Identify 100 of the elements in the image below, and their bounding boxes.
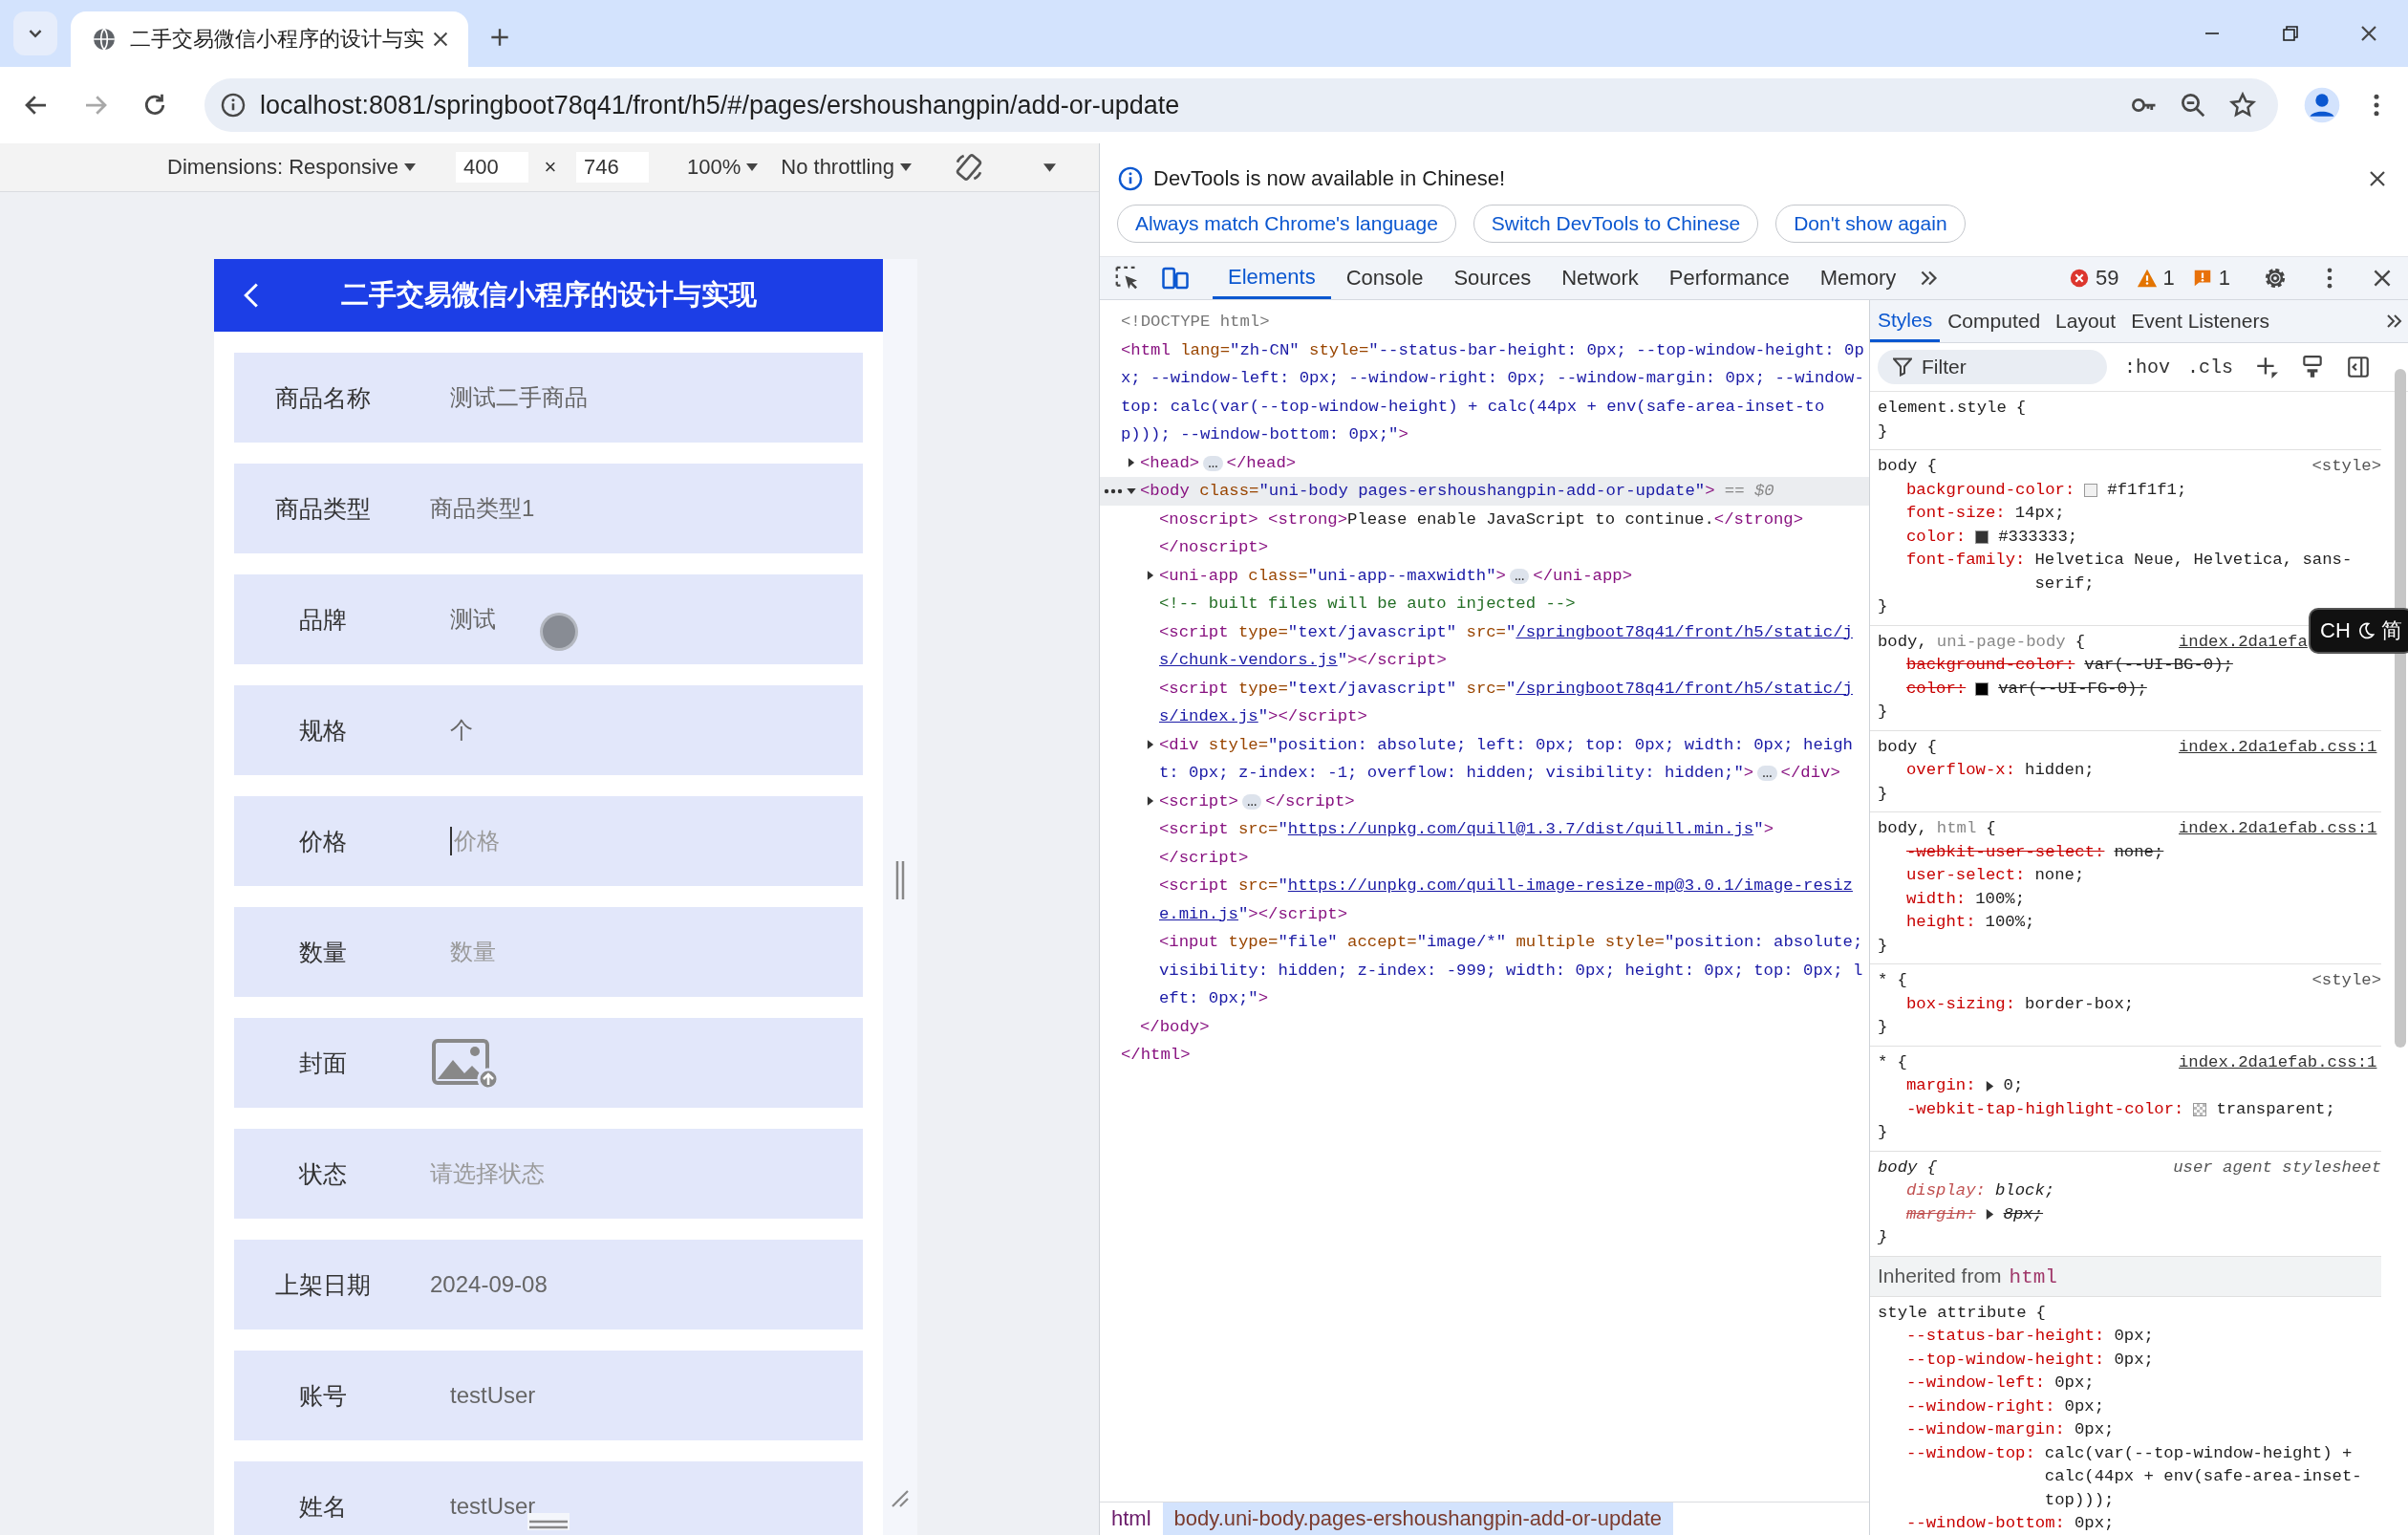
add-rule-icon[interactable] <box>2254 355 2280 379</box>
panel-tab[interactable]: Network <box>1546 257 1654 299</box>
dom-node[interactable]: <script src="https://unpkg.com/quill-image-resize-mp@3.0.1/image-resize.min.js"></script> <box>1159 872 1869 928</box>
css-property[interactable]: background-color: <box>1906 654 2075 678</box>
dom-node[interactable]: </html> <box>1121 1041 1869 1070</box>
address-bar[interactable]: localhost:8081/springboot78q41/front/h5/#/pages/ershoushangpin/add-or-update <box>204 78 2278 132</box>
expand-triangle-icon[interactable] <box>1985 1209 1994 1221</box>
css-value[interactable]: 0; <box>2003 1074 2381 1098</box>
css-value[interactable]: 0px; <box>2114 1325 2381 1349</box>
css-value[interactable]: none; <box>2114 840 2381 864</box>
panel-tab[interactable]: Performance <box>1653 257 1805 299</box>
css-property[interactable]: background-color: <box>1906 478 2075 502</box>
stylesheet-link[interactable]: index.2da1efab.css:1 <box>2179 737 2377 756</box>
panel-tab[interactable]: Console <box>1330 257 1439 299</box>
info-icon[interactable] <box>220 92 247 119</box>
css-property[interactable]: -webkit-user-select: <box>1906 840 2105 864</box>
text-input[interactable]: 个 <box>450 717 832 744</box>
css-property[interactable]: box-sizing: <box>1906 992 2016 1016</box>
css-value[interactable]: #333333; <box>1998 525 2381 549</box>
css-property[interactable]: --window-top: <box>1906 1441 2035 1465</box>
star-icon[interactable] <box>2228 91 2257 119</box>
dom-node[interactable]: <noscript> <strong>Please enable JavaScript to continue.</strong> <box>1159 505 1869 533</box>
css-value[interactable]: 8px; <box>2003 1202 2381 1226</box>
css-value[interactable]: 100%; <box>1985 911 2381 935</box>
css-value[interactable]: 0px; <box>2114 1348 2381 1372</box>
css-value[interactable]: 0px; <box>2064 1394 2381 1418</box>
height-input[interactable]: 746 <box>576 152 649 183</box>
dom-node[interactable]: <script> … </script> <box>1159 787 1869 815</box>
text-input[interactable]: 测试二手商品 <box>450 384 832 411</box>
dom-node[interactable]: </script> <box>1159 843 1869 872</box>
panel-tab[interactable]: Sources <box>1438 257 1547 299</box>
resize-handle-icon[interactable] <box>893 859 907 901</box>
color-swatch[interactable] <box>2193 1102 2207 1116</box>
css-value[interactable]: 14px; <box>2014 502 2381 526</box>
sidebar-tab[interactable]: Event Listeners <box>2123 300 2277 342</box>
zoom-dropdown[interactable]: 100% <box>687 155 759 180</box>
dom-node[interactable]: <script type="text/javascript" src="/springboot78q41/front/h5/static/js/index.js"></script> <box>1159 674 1869 731</box>
picker-field[interactable]: 2024-09-08 <box>430 1271 548 1298</box>
width-input[interactable]: 400 <box>456 152 528 183</box>
dom-node[interactable]: <input type="file" accept="image/*" multiple style="position: absolute; visibility: hidden; z-index: -999; width: 0px; height: 0px; top: 0px; left: 0px;"> <box>1159 928 1869 1013</box>
text-input[interactable]: 价格 <box>454 828 836 854</box>
dom-node[interactable]: <head> … </head> <box>1140 448 1869 477</box>
dom-node[interactable]: <script type="text/javascript" src="/springboot78q41/front/h5/static/js/chunk-vendors.js"></script> <box>1159 617 1869 675</box>
css-value[interactable]: block; <box>1994 1179 2381 1203</box>
dom-node[interactable]: <html lang="zh-CN" style="--status-bar-height: 0px; --top-window-height: 0px; --window-left: 0px; --window-right: 0px; --window-margin: 0px; --window-top: calc(var(--top-window-height) + calc(44px + env(safe-area-inset-top))); --window-bottom: 0px;"> <box>1121 335 1869 449</box>
browser-tab[interactable]: 二手交易微信小程序的设计与实 <box>71 11 468 67</box>
sidebar-tab[interactable]: Computed <box>1940 300 2049 342</box>
css-property[interactable]: font-size: <box>1906 502 2006 526</box>
hover-state-button[interactable]: :hov <box>2124 356 2170 378</box>
css-property[interactable]: --top-window-height: <box>1906 1348 2105 1372</box>
css-value[interactable]: hidden; <box>2025 759 2381 783</box>
error-count[interactable]: 59 <box>2069 266 2119 291</box>
css-property[interactable]: color: <box>1906 677 1967 701</box>
caret-icon[interactable] <box>1043 162 1056 172</box>
css-value[interactable]: 100%; <box>1975 887 2381 911</box>
css-property[interactable]: height: <box>1906 911 1976 935</box>
dom-node[interactable]: <uni-app class="uni-app--maxwidth"> … </uni-app> <box>1159 561 1869 590</box>
css-value[interactable]: 0px; <box>2074 1418 2381 1442</box>
dom-node[interactable]: </body> <box>1140 1012 1869 1041</box>
zoom-icon[interactable] <box>2179 91 2207 119</box>
css-value[interactable]: #f1f1f1; <box>2107 478 2381 502</box>
css-property[interactable]: margin: <box>1906 1074 1976 1098</box>
css-value[interactable]: transparent; <box>2216 1097 2381 1121</box>
dom-node[interactable]: <script src="https://unpkg.com/quill@1.3.7/dist/quill.min.js"> <box>1159 815 1869 844</box>
css-value[interactable]: var(--UI-BG-0); <box>2084 654 2381 678</box>
expand-triangle-icon[interactable] <box>1985 1080 1994 1092</box>
breadcrumb[interactable]: body.uni-body.pages-ershoushangpin-add-or-update <box>1162 1503 1673 1535</box>
picker-field[interactable]: 商品类型1 <box>430 493 535 524</box>
css-value[interactable]: none; <box>2034 864 2381 888</box>
text-input[interactable]: 测试 <box>450 606 832 633</box>
css-value[interactable]: calc(var(--top-window-height) + calc(44px + env(safe-area-inset-top))); <box>2044 1441 2381 1512</box>
css-property[interactable]: --window-right: <box>1906 1394 2055 1418</box>
css-property[interactable]: color: <box>1906 525 1967 549</box>
css-property[interactable]: --window-left: <box>1906 1372 2046 1395</box>
text-input[interactable]: testUser <box>450 1493 832 1520</box>
infobar-button[interactable]: Don't show again <box>1775 205 1966 243</box>
profile-icon[interactable] <box>2303 86 2341 124</box>
css-value[interactable]: 0px; <box>2054 1372 2381 1395</box>
throttling-dropdown[interactable]: No throttling <box>781 155 912 180</box>
stylesheet-link[interactable]: index.2da1efab.css:1 <box>2179 819 2377 837</box>
text-input[interactable]: 数量 <box>450 939 832 965</box>
sidebar-toggle-icon[interactable] <box>2346 355 2372 379</box>
panel-tab[interactable]: Elements <box>1213 257 1331 299</box>
warning-count[interactable]: 1 <box>2136 266 2175 291</box>
css-property[interactable]: -webkit-tap-highlight-color: <box>1906 1097 2184 1121</box>
sidebar-tab[interactable]: Layout <box>2048 300 2124 342</box>
stylesheet-link[interactable]: index.2da1efa <box>2179 632 2308 651</box>
color-swatch[interactable] <box>2084 483 2098 497</box>
css-property[interactable]: --window-bottom: <box>1906 1512 2065 1535</box>
css-property[interactable]: --window-margin: <box>1906 1418 2065 1442</box>
css-value[interactable]: 0px; <box>2074 1512 2381 1535</box>
css-property[interactable]: --status-bar-height: <box>1906 1325 2105 1349</box>
dimensions-dropdown[interactable]: Dimensions: Responsive <box>167 155 444 180</box>
dom-node[interactable]: <!DOCTYPE html> <box>1121 308 1869 336</box>
resize-handle-icon[interactable] <box>527 1513 570 1530</box>
css-value[interactable]: var(--UI-FG-0); <box>1998 677 2381 701</box>
dom-node[interactable]: <!-- built files will be auto injected --> <box>1159 590 1869 618</box>
css-property[interactable]: display: <box>1906 1179 1986 1203</box>
infobar-button[interactable]: Always match Chrome's language <box>1117 205 1456 243</box>
dom-node[interactable]: <div style="position: absolute; left: 0px; top: 0px; width: 0px; height: 0px; z-index: -1; overflow: hidden; visibility: hidden;"> … </div> <box>1159 730 1869 788</box>
